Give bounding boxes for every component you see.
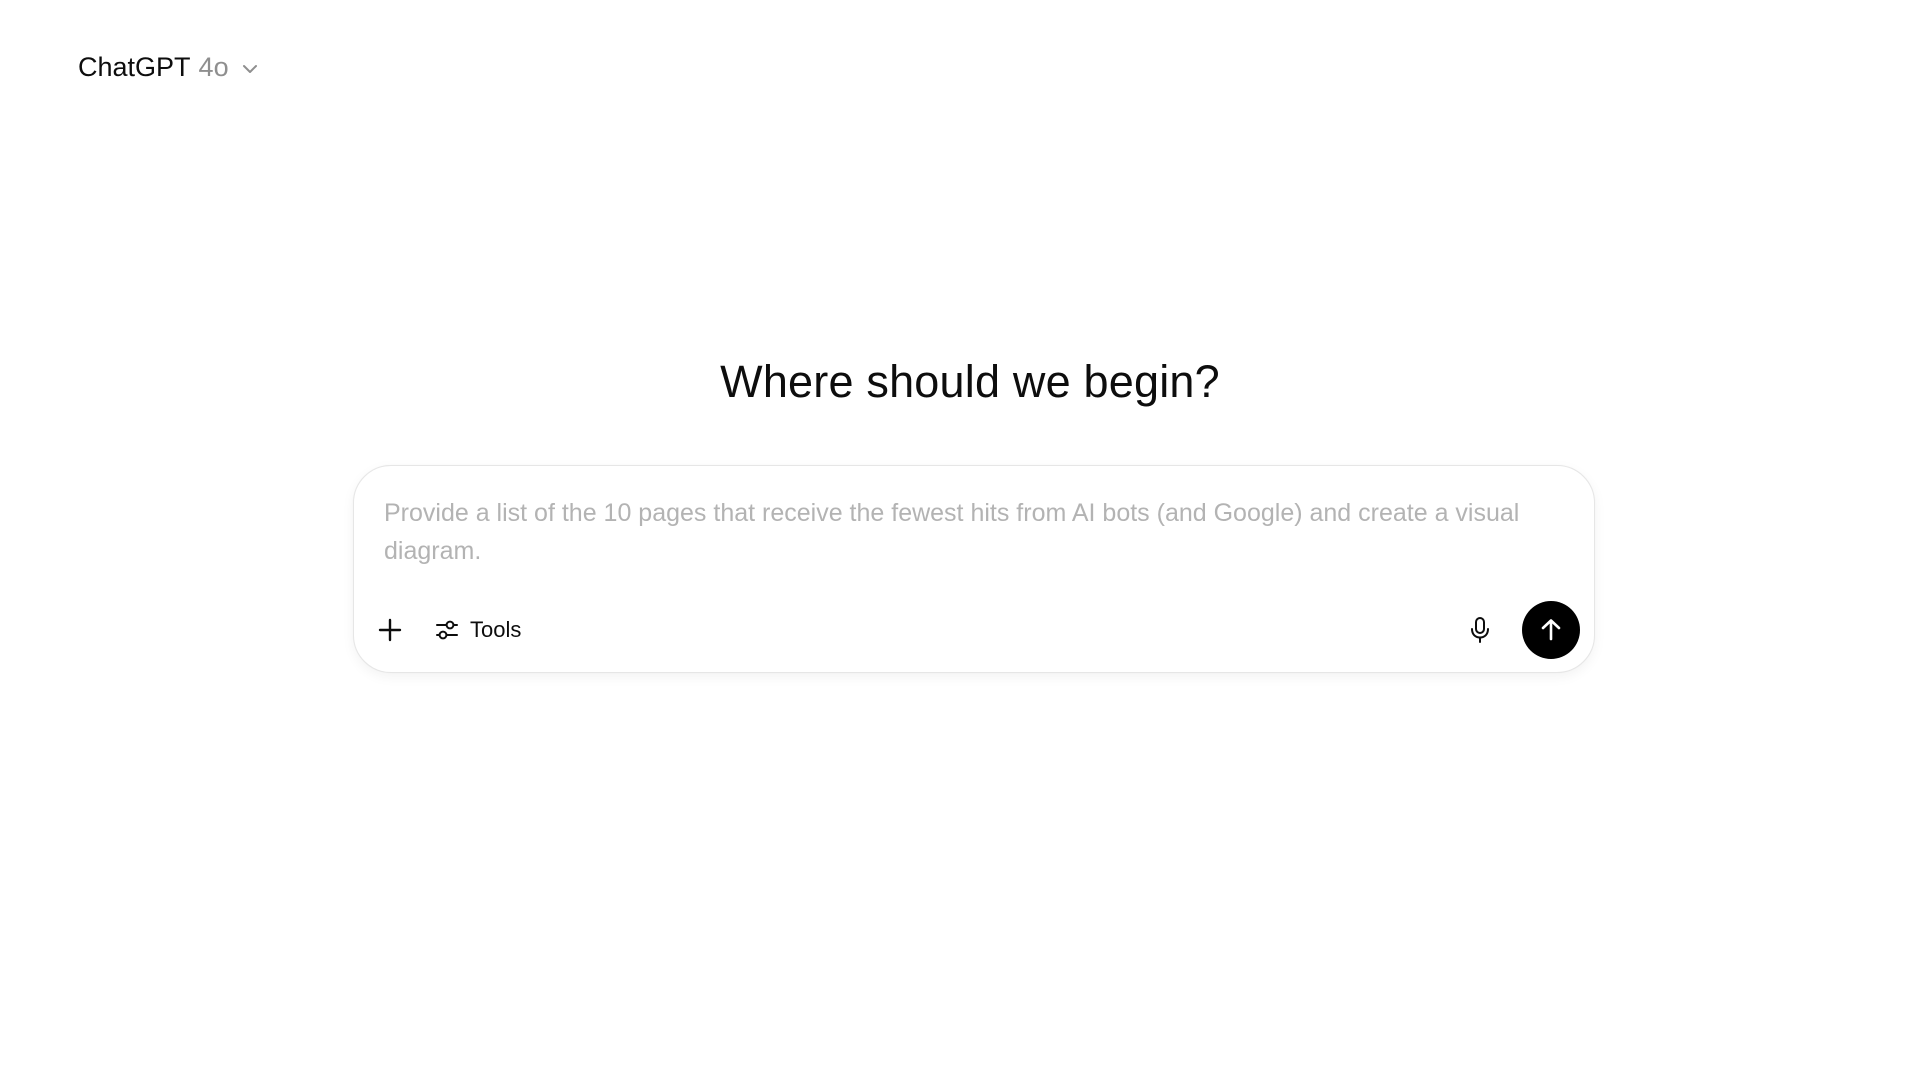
tools-button[interactable]: Tools bbox=[424, 608, 531, 652]
chevron-down-icon bbox=[241, 63, 259, 75]
page-headline: Where should we begin? bbox=[720, 356, 1220, 407]
model-selector[interactable]: ChatGPT 4o bbox=[72, 48, 265, 87]
composer-toolbar: Tools bbox=[368, 600, 1580, 660]
model-version: 4o bbox=[198, 52, 229, 82]
add-attachment-button[interactable] bbox=[368, 608, 412, 652]
chat-page: ChatGPT 4o Where should we begin? Provid… bbox=[0, 0, 1920, 1080]
send-button[interactable] bbox=[1522, 601, 1580, 659]
voice-input-button[interactable] bbox=[1458, 608, 1502, 652]
arrow-up-icon bbox=[1538, 617, 1564, 643]
sliders-icon bbox=[434, 617, 460, 643]
prompt-composer: Tools bbox=[353, 465, 1595, 673]
model-name: ChatGPT bbox=[78, 52, 191, 82]
microphone-icon bbox=[1467, 615, 1493, 645]
prompt-input[interactable] bbox=[384, 494, 1564, 580]
tools-label: Tools bbox=[470, 617, 522, 642]
plus-icon bbox=[377, 617, 403, 643]
